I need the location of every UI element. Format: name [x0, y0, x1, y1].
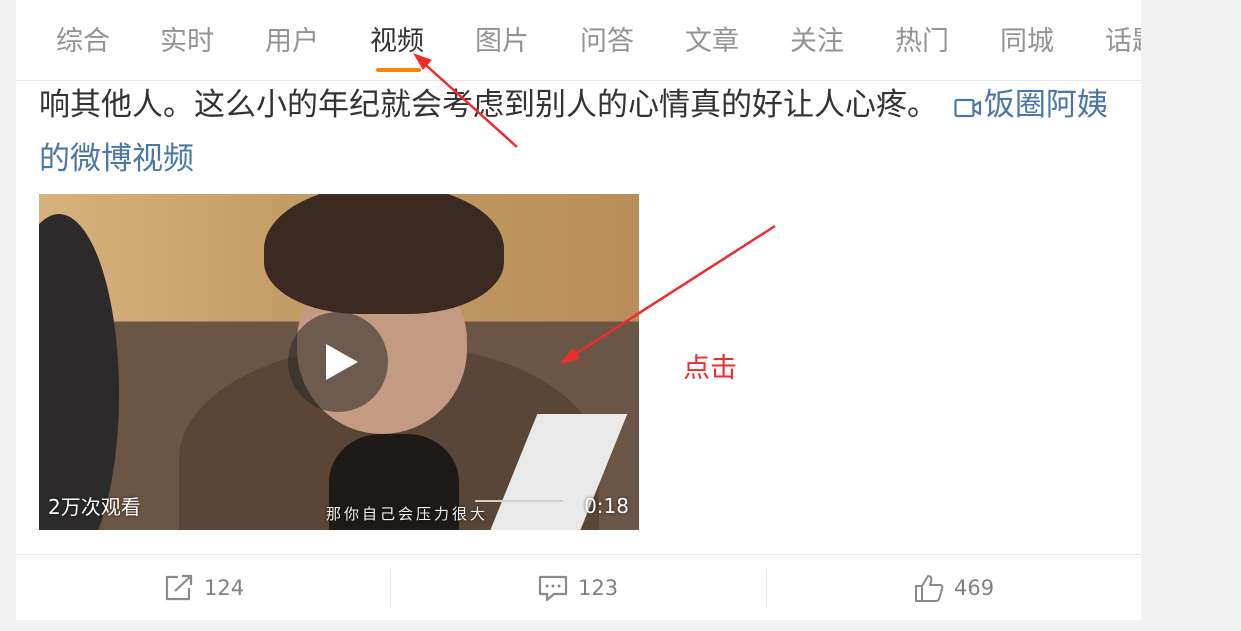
tab-images[interactable]: 图片	[475, 22, 529, 62]
tab-hot[interactable]: 热门	[895, 22, 949, 62]
video-frame-shadow	[39, 214, 119, 530]
tab-articles[interactable]: 文章	[685, 22, 739, 62]
annotation-click-label: 点击	[683, 353, 737, 384]
tab-comprehensive[interactable]: 综合	[56, 22, 110, 62]
tab-users[interactable]: 用户	[265, 22, 319, 62]
post-body-text: 响其他人。这么小的年纪就会考虑到别人的心情真的好让人心疼。	[39, 87, 938, 123]
tab-local[interactable]: 同城	[1000, 22, 1054, 62]
search-tab-bar: 综合 实时 用户 视频 图片 问答 文章 关注 热门 同城 话题	[16, 0, 1141, 81]
video-camera-icon	[954, 84, 982, 134]
active-tab-underline	[376, 68, 421, 72]
like-button[interactable]: 469	[914, 555, 994, 620]
video-progress-line	[475, 500, 563, 502]
play-icon	[326, 344, 358, 380]
tab-topics[interactable]: 话题	[1105, 22, 1141, 62]
video-view-count: 2万次观看	[48, 495, 141, 519]
tab-following[interactable]: 关注	[790, 22, 844, 62]
share-icon	[165, 574, 193, 601]
action-bar: 124 123 469	[16, 554, 1141, 620]
action-divider	[390, 570, 391, 606]
play-button[interactable]	[288, 312, 388, 412]
tab-qa[interactable]: 问答	[580, 22, 634, 62]
post-text: 响其他人。这么小的年纪就会考虑到别人的心情真的好让人心疼。 饭圈阿姨的微博视频	[39, 80, 1119, 184]
share-button[interactable]: 124	[164, 555, 244, 620]
weibo-card: 综合 实时 用户 视频 图片 问答 文章 关注 热门 同城 话题 响其他人。这么…	[16, 0, 1141, 620]
share-count: 124	[204, 576, 245, 600]
video-frame-hair	[264, 194, 504, 314]
comment-count: 123	[578, 576, 619, 600]
video-subtitle: 那你自己会压力很大	[326, 505, 489, 523]
video-player[interactable]: 那你自己会压力很大 2万次观看 0:18	[39, 194, 639, 530]
thumbs-up-icon	[915, 575, 944, 602]
tab-video[interactable]: 视频	[370, 22, 424, 62]
like-count: 469	[954, 576, 995, 600]
action-divider	[766, 570, 767, 606]
video-duration: 0:18	[584, 494, 629, 518]
comment-button[interactable]: 123	[538, 555, 618, 620]
comment-icon	[538, 575, 568, 602]
tab-realtime[interactable]: 实时	[160, 22, 214, 62]
